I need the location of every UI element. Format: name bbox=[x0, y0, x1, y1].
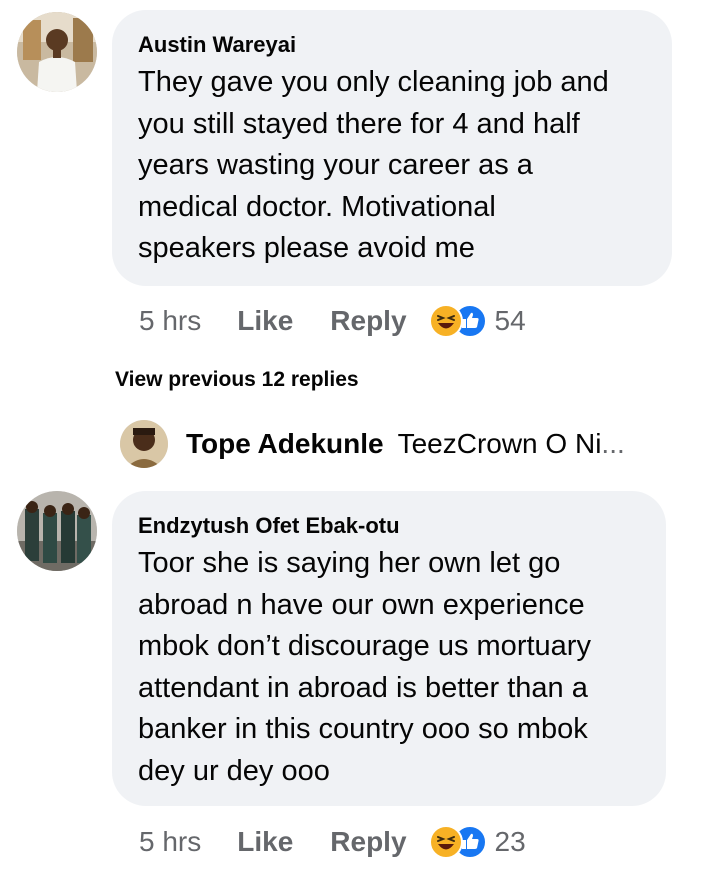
comment-text-line: attendant in abroad is better than a bbox=[138, 671, 588, 704]
comment-timestamp[interactable]: 5 hrs bbox=[139, 826, 201, 858]
user-photo-icon bbox=[17, 12, 97, 92]
view-previous-replies-link[interactable]: View previous 12 replies bbox=[115, 368, 359, 392]
reactions-summary[interactable]: 54 bbox=[428, 304, 526, 338]
comment-timestamp[interactable]: 5 hrs bbox=[139, 305, 201, 337]
comment-text-line: you still stayed there for 4 and half bbox=[138, 107, 580, 140]
reply-preview[interactable]: Tope Adekunle TeezCrown O Ni... bbox=[120, 420, 700, 468]
comment-meta: 5 hrs Like Reply 54 bbox=[139, 301, 526, 341]
comment-text-line: speakers please avoid me bbox=[138, 232, 475, 264]
comment-author[interactable]: Austin Wareyai bbox=[138, 32, 646, 58]
reply-author[interactable]: Tope Adekunle bbox=[186, 428, 384, 460]
comment-text-line: medical doctor. Motivational bbox=[138, 190, 496, 223]
like-button[interactable]: Like bbox=[237, 305, 293, 337]
user-photo-icon bbox=[120, 420, 168, 468]
reactions-summary[interactable]: 23 bbox=[428, 825, 526, 859]
avatar[interactable] bbox=[120, 420, 168, 468]
comment-meta: 5 hrs Like Reply 23 bbox=[139, 822, 526, 862]
reply-snippet: TeezCrown O Ni bbox=[397, 428, 602, 459]
comment-text-line: mbok don’t discourage us mortuary bbox=[138, 630, 591, 662]
reply-button[interactable]: Reply bbox=[330, 305, 406, 337]
comment-text-line: abroad n have our own experience bbox=[138, 588, 585, 621]
comment-text-line: They gave you only cleaning job and bbox=[138, 66, 609, 98]
comment-text-line: dey ur dey ooo bbox=[138, 754, 330, 787]
comment-text-line: banker in this country ooo so mbok bbox=[138, 713, 588, 745]
comment-bubble: Austin Wareyai They gave you only cleani… bbox=[112, 10, 672, 286]
reply-button[interactable]: Reply bbox=[330, 826, 406, 858]
avatar[interactable] bbox=[17, 12, 97, 92]
reaction-count: 54 bbox=[494, 305, 526, 336]
haha-icon bbox=[428, 304, 463, 338]
comment-text-line: Toor she is saying her own let go bbox=[138, 547, 561, 579]
haha-icon bbox=[428, 825, 463, 859]
reply-ellipsis: ... bbox=[601, 428, 625, 459]
comment-text-line: years wasting your career as a bbox=[138, 149, 533, 181]
like-button[interactable]: Like bbox=[237, 826, 293, 858]
comment-text: Toor she is saying her own let go abroad… bbox=[138, 543, 640, 792]
reaction-count: 23 bbox=[494, 826, 526, 857]
comment-text: They gave you only cleaning job and you … bbox=[138, 62, 646, 270]
user-photo-icon bbox=[17, 491, 97, 571]
comment-author[interactable]: Endzytush Ofet Ebak-otu bbox=[138, 513, 640, 539]
comment-bubble: Endzytush Ofet Ebak-otu Toor she is sayi… bbox=[112, 491, 666, 806]
avatar[interactable] bbox=[17, 491, 97, 571]
